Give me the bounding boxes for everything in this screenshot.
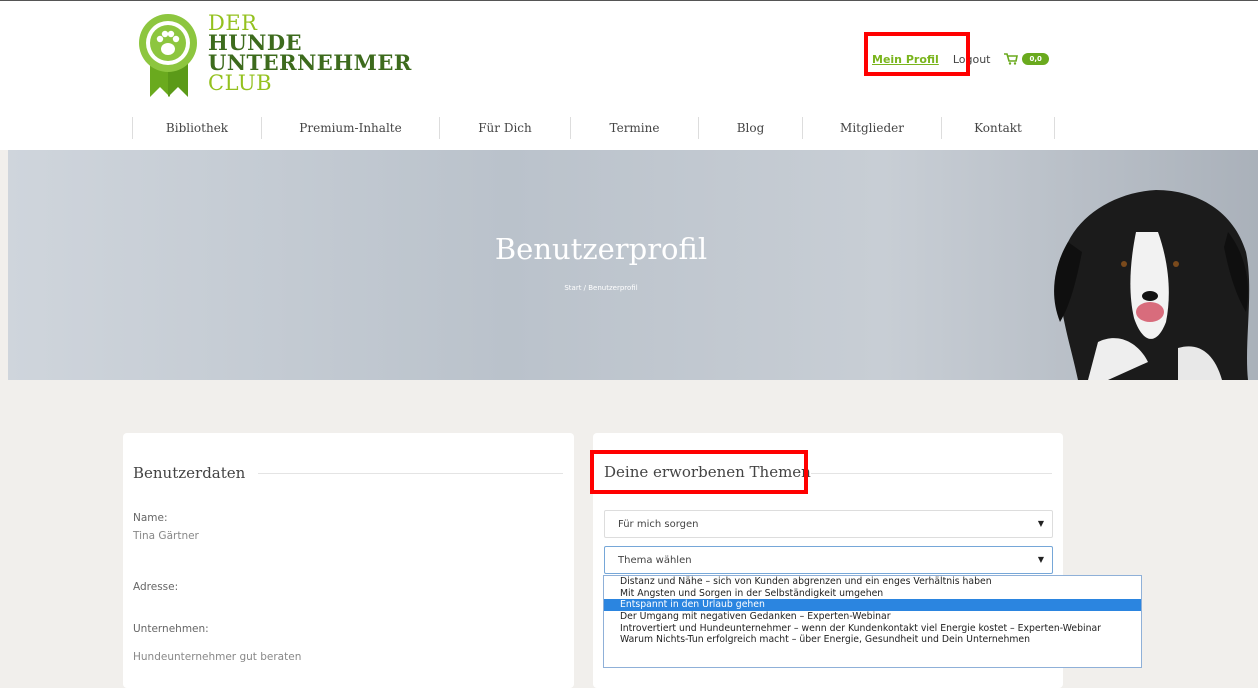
hero-banner: Benutzerprofil Start / Benutzerprofil <box>8 150 1258 380</box>
topic-select-value: Thema wählen <box>618 555 692 566</box>
site-logo[interactable]: DER HUNDE UNTERNEHMER CLUB <box>136 11 411 101</box>
logo-line-4: CLUB <box>208 71 272 95</box>
nav-item-mitglieder[interactable]: Mitglieder <box>802 117 941 139</box>
user-data-title: Benutzerdaten <box>133 464 246 482</box>
category-select[interactable]: Für mich sorgen ▼ <box>604 510 1053 538</box>
nav-item-bibliothek[interactable]: Bibliothek <box>132 117 261 139</box>
topic-option[interactable]: Mit Ängsten und Sorgen in der Selbständi… <box>604 588 1141 600</box>
name-value: Tina Gärtner <box>133 530 199 542</box>
cart-icon[interactable] <box>1004 53 1019 65</box>
main-nav: Bibliothek Premium-Inhalte Für Dich Term… <box>132 117 1055 141</box>
name-label: Name: <box>133 512 168 524</box>
themes-highlight-box <box>590 450 808 494</box>
nav-item-termine[interactable]: Termine <box>570 117 698 139</box>
topic-option[interactable]: Warum Nichts-Tun erfolgreich macht – übe… <box>604 634 1141 646</box>
address-label: Adresse: <box>133 581 179 593</box>
nav-item-blog[interactable]: Blog <box>698 117 802 139</box>
paw-seal-icon <box>139 14 197 97</box>
title-divider <box>811 473 1052 474</box>
dog-photo <box>1054 190 1250 380</box>
company-value: Hundeunternehmer gut beraten <box>133 651 302 663</box>
category-select-value: Für mich sorgen <box>618 519 699 530</box>
nav-item-kontakt[interactable]: Kontakt <box>941 117 1055 139</box>
logo-wordmark: DER HUNDE UNTERNEHMER CLUB <box>208 13 412 95</box>
topic-option[interactable]: Introvertiert und Hundeunternehmer – wen… <box>604 623 1141 635</box>
topic-select[interactable]: Thema wählen ▼ <box>604 546 1053 574</box>
cart-total-badge[interactable]: 0,0 <box>1022 53 1049 65</box>
nav-item-fuer-dich[interactable]: Für Dich <box>439 117 570 139</box>
topic-option-selected[interactable]: Entspannt in den Urlaub gehen <box>604 599 1141 612</box>
nav-item-premium-inhalte[interactable]: Premium-Inhalte <box>261 117 439 139</box>
topic-option[interactable]: Der Umgang mit negativen Gedanken – Expe… <box>604 611 1141 623</box>
topic-option[interactable]: Distanz und Nähe – sich von Kunden abgre… <box>604 576 1141 588</box>
user-data-card: Benutzerdaten Name: Tina Gärtner Adresse… <box>123 433 574 688</box>
logo-line-3: UNTERNEHMER <box>208 50 412 75</box>
breadcrumb: Start / Benutzerprofil <box>564 284 638 292</box>
title-divider <box>258 473 563 474</box>
page-title: Benutzerprofil <box>494 232 708 266</box>
chevron-down-icon: ▼ <box>1037 555 1044 564</box>
site-header: DER HUNDE UNTERNEHMER CLUB Mein Profil L… <box>0 0 1258 150</box>
topic-dropdown-list: Distanz und Nähe – sich von Kunden abgre… <box>603 575 1142 668</box>
profile-highlight-box <box>864 32 970 76</box>
company-label: Unternehmen: <box>133 623 209 635</box>
chevron-down-icon: ▼ <box>1037 519 1044 528</box>
